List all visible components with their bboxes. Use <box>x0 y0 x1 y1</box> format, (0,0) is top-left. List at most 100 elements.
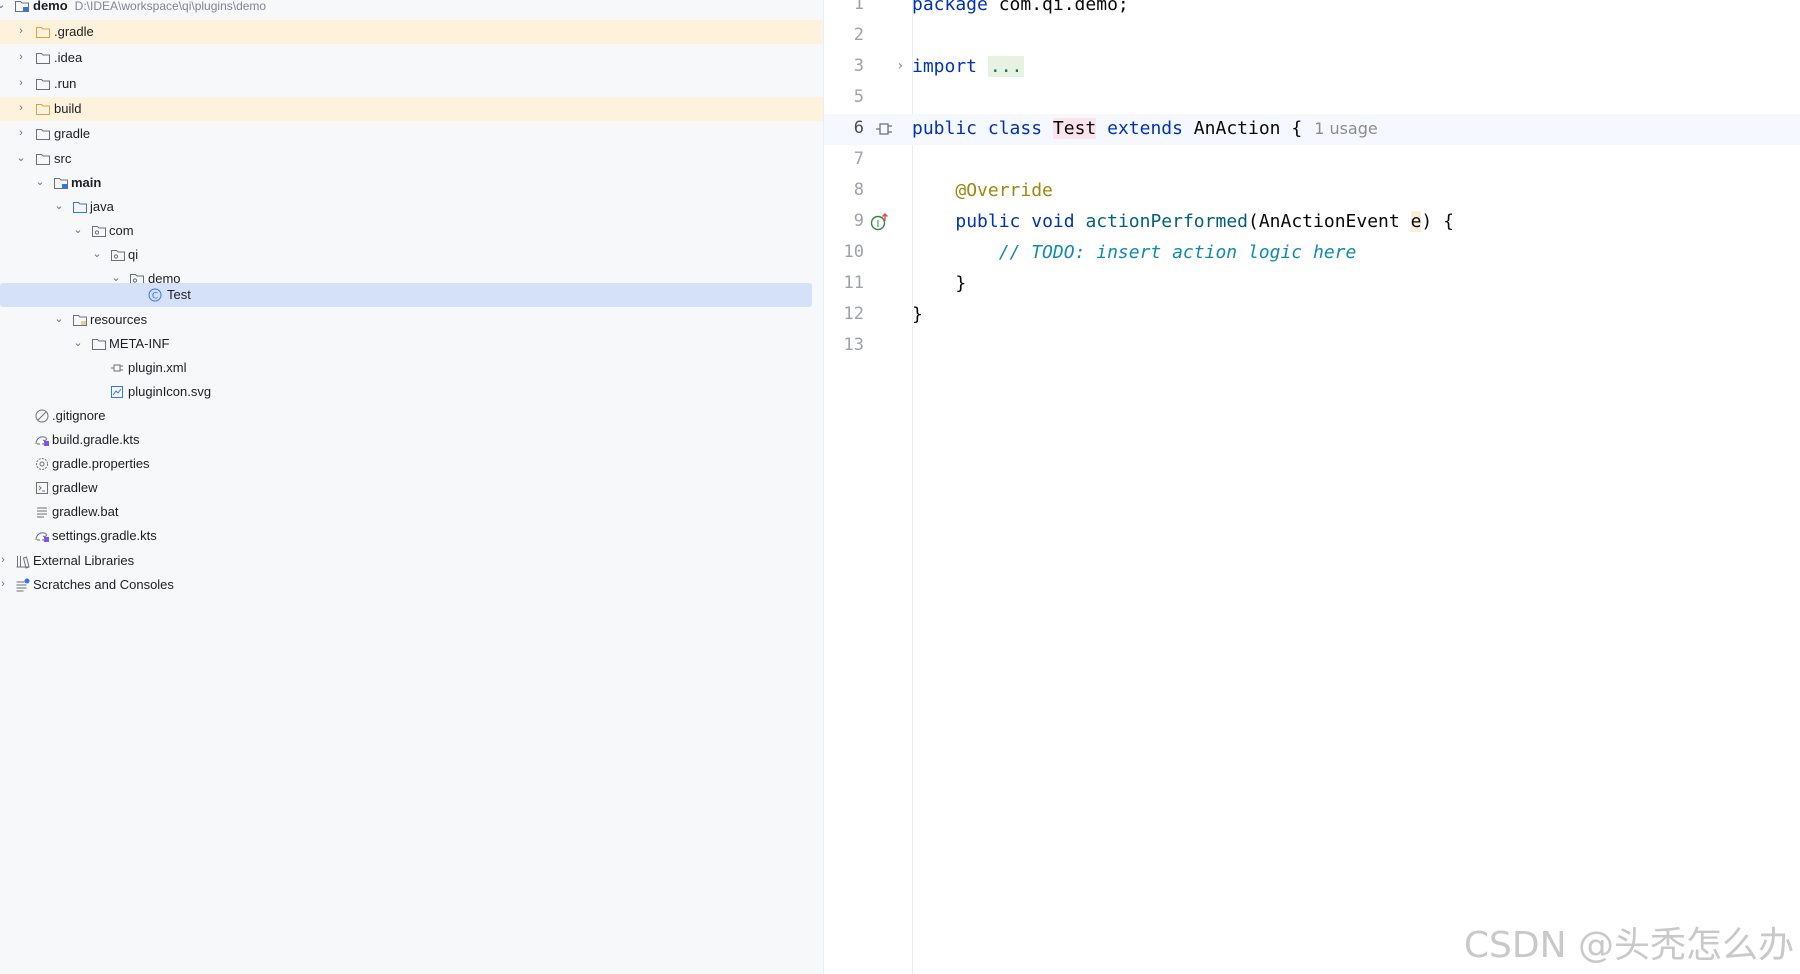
chevron-right-icon[interactable]: › <box>14 101 28 115</box>
tree-item-gradle[interactable]: › gradle <box>0 122 823 146</box>
chevron-down-icon[interactable]: ⌄ <box>90 247 104 261</box>
keyword: void <box>1031 211 1075 232</box>
tree-item-gradlew[interactable]: gradlew <box>0 476 823 500</box>
tree-root-demo[interactable]: ⌄ demo D:\IDEA\workspace\qi\plugins\demo <box>0 0 823 18</box>
tree-item-src[interactable]: ⌄ src <box>0 147 823 171</box>
gradle-kts-icon <box>34 432 50 448</box>
chevron-down-icon[interactable]: ⌄ <box>71 223 85 237</box>
chevron-down-icon[interactable]: ⌄ <box>71 336 85 350</box>
fold-expand-icon[interactable]: › <box>896 58 904 74</box>
chevron-down-icon[interactable]: ⌄ <box>33 175 47 189</box>
tree-item-plugin-icon-svg[interactable]: pluginIcon.svg <box>0 380 823 404</box>
code-line-11[interactable]: 11 } <box>824 269 1800 300</box>
tree-item-label: plugin.xml <box>128 360 187 375</box>
chevron-right-icon[interactable]: › <box>0 577 10 591</box>
tree-item-label: .gitignore <box>52 408 106 423</box>
tree-item-label: main <box>71 175 102 190</box>
tree-item-idea[interactable]: › .idea <box>0 46 823 70</box>
keyword: extends <box>1107 118 1183 139</box>
chevron-right-icon[interactable]: › <box>14 50 28 64</box>
code-text: } <box>912 303 923 327</box>
comment-prefix: // <box>998 242 1032 263</box>
package-name: com.qi.demo; <box>987 0 1129 15</box>
tree-item-qi[interactable]: ⌄ qi <box>0 243 823 267</box>
tree-item-run[interactable]: › .run <box>0 72 823 96</box>
code-text: import ... <box>912 55 1025 79</box>
implements-method-gutter-icon[interactable]: I <box>869 212 889 232</box>
class-icon: C <box>147 287 163 303</box>
code-line-8[interactable]: 8 @Override <box>824 176 1800 207</box>
chevron-right-icon[interactable]: › <box>0 553 10 567</box>
line-number: 11 <box>843 273 864 293</box>
chevron-down-icon[interactable]: ⌄ <box>52 199 66 213</box>
code-line-10[interactable]: 10 // TODO: insert action logic here <box>824 238 1800 269</box>
tree-item-label: settings.gradle.kts <box>52 528 157 543</box>
keyword: public <box>912 118 978 139</box>
package-icon <box>110 247 126 263</box>
chevron-right-icon[interactable]: › <box>14 76 28 90</box>
code-line-1[interactable]: 1 package com.qi.demo; <box>824 0 1800 21</box>
code-line-6[interactable]: 6 public class Test extends AnAction {1 … <box>824 114 1800 145</box>
libraries-icon <box>15 553 31 569</box>
tree-item-gitignore[interactable]: .gitignore <box>0 404 823 428</box>
code-line-5[interactable]: 5 <box>824 83 1800 114</box>
code-line-2[interactable]: 2 <box>824 21 1800 52</box>
code-line-13[interactable]: 13 <box>824 331 1800 362</box>
code-line-3[interactable]: 3 › import ... <box>824 52 1800 83</box>
chevron-down-icon[interactable]: ⌄ <box>0 0 8 12</box>
code-text: } <box>912 272 966 296</box>
tree-item-build-gradle-kts[interactable]: build.gradle.kts <box>0 428 823 452</box>
tree-item-settings-gradle-kts[interactable]: settings.gradle.kts <box>0 524 823 548</box>
closing-brace: } <box>955 273 967 294</box>
usage-inlay-hint[interactable]: 1 usage <box>1314 119 1378 138</box>
line-number: 1 <box>853 0 864 14</box>
scratches-icon <box>15 577 31 593</box>
plugin-action-gutter-icon[interactable] <box>874 119 894 139</box>
shell-script-icon <box>34 480 50 496</box>
tree-item-gradlew-bat[interactable]: gradlew.bat <box>0 500 823 524</box>
tree-item-test-class[interactable]: C Test <box>0 283 812 307</box>
tree-item-resources[interactable]: ⌄ resources <box>0 308 823 332</box>
tree-item-label: .idea <box>54 50 83 65</box>
tree-item-com[interactable]: ⌄ com <box>0 219 823 243</box>
line-number: 2 <box>853 25 864 45</box>
folder-icon <box>35 101 51 117</box>
tree-item-java[interactable]: ⌄ java <box>0 195 823 219</box>
module-folder-icon <box>53 175 69 191</box>
keyword: public <box>955 211 1021 232</box>
line-number: 7 <box>853 149 864 169</box>
tree-item-main[interactable]: ⌄ main <box>0 171 823 195</box>
method-name: actionPerformed <box>1085 211 1248 232</box>
tree-item-label: gradle.properties <box>52 456 150 471</box>
code-line-7[interactable]: 7 <box>824 145 1800 176</box>
chevron-right-icon[interactable]: › <box>14 24 28 38</box>
tree-item-build[interactable]: › build <box>0 97 823 121</box>
tree-item-scratches[interactable]: › Scratches and Consoles <box>0 573 823 597</box>
gradle-kts-icon <box>34 528 50 544</box>
superclass: AnAction { <box>1182 118 1303 139</box>
method-brace: ) { <box>1421 211 1454 232</box>
folded-imports[interactable]: ... <box>987 56 1025 77</box>
tree-item-plugin-xml[interactable]: plugin.xml <box>0 356 823 380</box>
chevron-down-icon[interactable]: ⌄ <box>14 151 28 165</box>
tree-item-label: pluginIcon.svg <box>128 384 212 399</box>
line-number: 12 <box>843 304 864 324</box>
module-folder-icon <box>14 0 30 14</box>
tree-item-gradle-dir[interactable]: › .gradle <box>0 20 823 44</box>
line-number: 13 <box>843 335 864 355</box>
tree-item-gradle-properties[interactable]: gradle.properties <box>0 452 823 476</box>
chevron-right-icon[interactable]: › <box>14 126 28 140</box>
tree-item-label: META-INF <box>109 336 170 351</box>
tree-item-meta-inf[interactable]: ⌄ META-INF <box>0 332 823 356</box>
line-number: 5 <box>853 87 864 107</box>
tree-item-external-libraries[interactable]: › External Libraries <box>0 549 823 573</box>
chevron-down-icon[interactable]: ⌄ <box>52 312 66 326</box>
code-line-12[interactable]: 12 } <box>824 300 1800 331</box>
code-line-9[interactable]: 9 I public void actionPerformed(AnAction… <box>824 207 1800 238</box>
folder-icon <box>91 336 107 352</box>
keyword: class <box>987 118 1043 139</box>
svg-text:I: I <box>877 219 880 230</box>
tree-item-label: com <box>109 223 134 238</box>
properties-gear-icon <box>34 456 50 472</box>
code-text: @Override <box>912 179 1053 203</box>
